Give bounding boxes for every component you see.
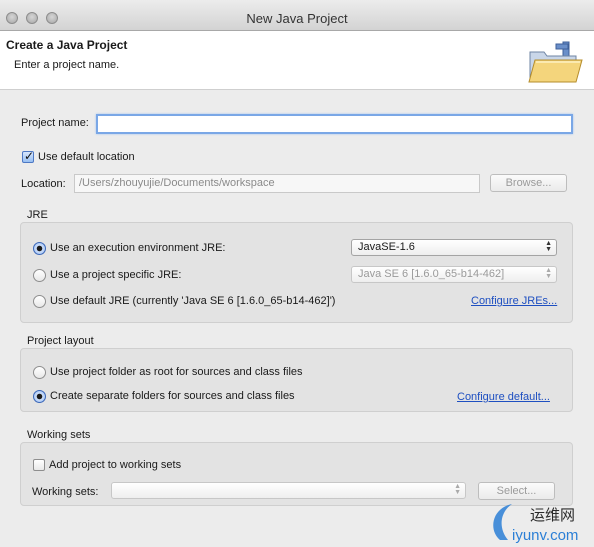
project-name-label: Project name: [21,117,89,129]
watermark-text-cn: 运维网 [530,506,575,524]
folder-icon [528,41,583,83]
select-arrows-icon: ▲ ▼ [545,240,552,253]
jre-default-label: Use default JRE (currently 'Java SE 6 [1… [50,295,336,307]
location-label: Location: [21,178,66,190]
jre-group-title: JRE [27,209,48,221]
project-specific-jre-select[interactable]: Java SE 6 [1.6.0_65-b14-462] ▲ ▼ [351,266,557,283]
jre-default-radio[interactable] [33,295,46,308]
jre-execution-env-radio[interactable] [33,242,46,255]
layout-single-folder-label: Use project folder as root for sources a… [50,366,303,378]
layout-separate-folders-radio[interactable] [33,390,46,403]
select-working-sets-button[interactable]: Select... [478,482,555,500]
select-arrows-icon: ▲ ▼ [545,267,552,280]
iyunv-watermark-logo: 运维网 iyunv.com [493,504,578,544]
layout-separate-folders-label: Create separate folders for sources and … [50,390,295,402]
working-sets-group-title: Working sets [27,429,91,441]
browse-button[interactable]: Browse... [490,174,567,192]
layout-single-folder-radio[interactable] [33,366,46,379]
wizard-description: Enter a project name. [14,59,120,71]
use-default-location-label: Use default location [38,151,135,163]
check-icon: ✓ [24,149,35,163]
execution-env-value: JavaSE-1.6 [358,241,415,253]
configure-jres-link[interactable]: Configure JREs... [471,295,557,307]
working-sets-select[interactable]: ▲ ▼ [111,482,466,499]
wizard-body: Project name: ✓ Use default location Loc… [0,90,594,547]
project-layout-group-title: Project layout [27,335,94,347]
configure-default-link[interactable]: Configure default... [457,391,550,403]
jre-execution-env-label: Use an execution environment JRE: [50,242,226,254]
project-specific-jre-value: Java SE 6 [1.6.0_65-b14-462] [358,268,505,280]
jre-project-specific-radio[interactable] [33,269,46,282]
wizard-title: Create a Java Project [6,38,128,52]
working-sets-label: Working sets: [32,486,99,498]
execution-env-select[interactable]: JavaSE-1.6 ▲ ▼ [351,239,557,256]
jre-project-specific-label: Use a project specific JRE: [50,269,182,281]
project-name-input[interactable] [96,114,573,134]
select-arrows-icon: ▲ ▼ [454,483,461,496]
watermark-text-en: iyunv.com [512,527,578,544]
window-titlebar: New Java Project [0,0,594,31]
add-to-working-sets-checkbox[interactable] [33,459,45,471]
wizard-header: Create a Java Project Enter a project na… [0,31,594,90]
window-title: New Java Project [246,11,348,26]
add-to-working-sets-label: Add project to working sets [49,459,182,471]
use-default-location-checkbox[interactable]: ✓ [22,149,35,163]
location-input[interactable]: /Users/zhouyujie/Documents/workspace [74,174,480,193]
